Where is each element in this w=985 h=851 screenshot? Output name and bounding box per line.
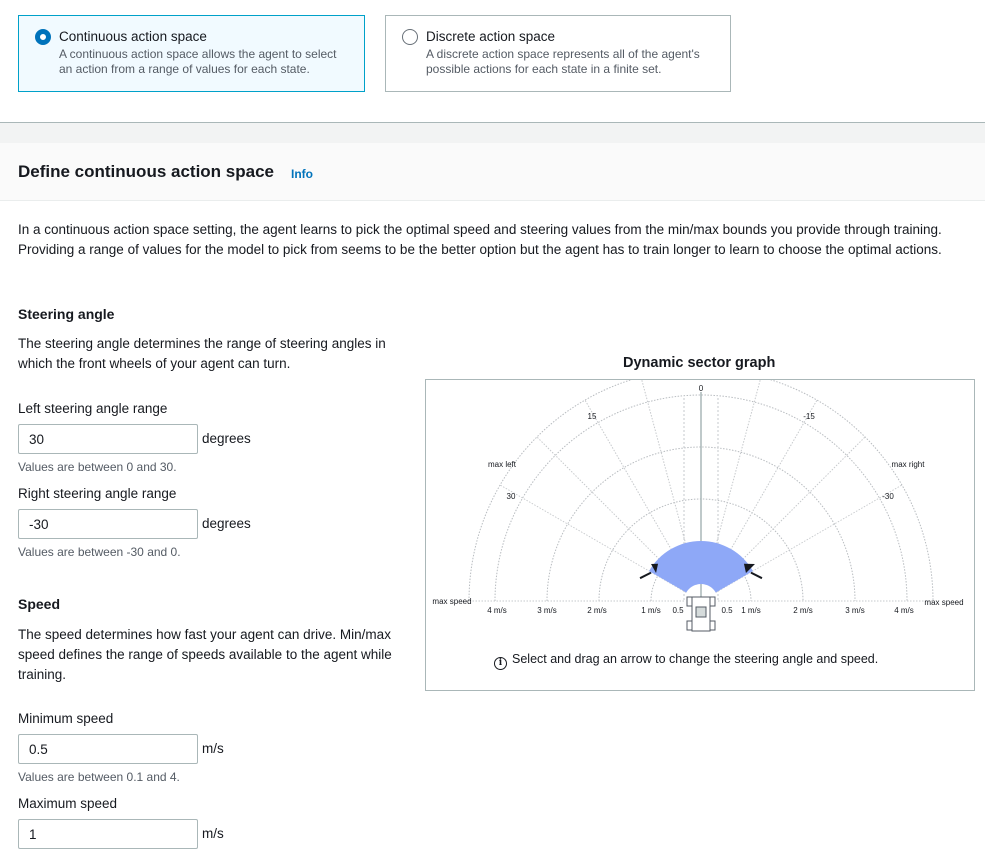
speed-label-right-3: 3 m/s <box>845 606 865 615</box>
continuous-description-line1: A continuous action space allows the age… <box>59 47 337 61</box>
min-speed-hint: Values are between 0.1 and 4. <box>18 770 180 784</box>
max-speed-label-right: max speed <box>924 598 963 607</box>
speed-label-left-1: 1 m/s <box>641 606 661 615</box>
left-steering-input[interactable] <box>18 424 198 454</box>
max-speed-label-left: max speed <box>432 597 471 606</box>
speed-label-right-2: 2 m/s <box>793 606 813 615</box>
speed-label-right-4: 4 m/s <box>894 606 914 615</box>
info-icon: i <box>494 657 507 670</box>
discrete-description-line1: A discrete action space represents all o… <box>426 47 700 61</box>
speed-label-right-05: 0.5 <box>721 606 733 615</box>
angle-label-neg30: -30 <box>882 492 894 501</box>
max-speed-input[interactable] <box>18 819 198 849</box>
discrete-action-space-option[interactable]: Discrete action space A discrete action … <box>385 15 731 92</box>
discrete-title: Discrete action space <box>426 29 556 44</box>
section-title: Define continuous action space <box>18 162 274 181</box>
steering-heading: Steering angle <box>18 306 115 322</box>
info-link[interactable]: Info <box>291 167 313 181</box>
dynamic-sector-graph: 0 15 -15 30 -30 max left max right max s… <box>425 379 975 691</box>
discrete-description: A discrete action space represents all o… <box>426 47 700 77</box>
speed-description: The speed determines how fast your agent… <box>18 627 392 682</box>
discrete-radio[interactable] <box>402 29 418 45</box>
left-steering-label: Left steering angle range <box>18 401 168 416</box>
speed-heading: Speed <box>18 596 61 612</box>
right-steering-unit: degrees <box>202 516 251 531</box>
speed-label-left-05: 0.5 <box>672 606 684 615</box>
max-speed-unit: m/s <box>202 826 224 841</box>
graph-note-text: Select and drag an arrow to change the s… <box>512 652 879 666</box>
angle-label-0: 0 <box>699 384 704 393</box>
angle-label-15: 15 <box>588 412 597 421</box>
left-steering-unit: degrees <box>202 431 251 446</box>
angle-label-neg15: -15 <box>803 412 815 421</box>
speed-label-left-4: 4 m/s <box>487 606 507 615</box>
continuous-description-line2: an action from a range of values for eac… <box>59 62 310 76</box>
right-steering-input[interactable] <box>18 509 198 539</box>
min-speed-label: Minimum speed <box>18 711 114 726</box>
continuous-action-space-option[interactable]: Continuous action space A continuous act… <box>18 15 365 92</box>
steering-description: The steering angle determines the range … <box>18 336 386 371</box>
car-icon <box>686 596 716 632</box>
continuous-radio[interactable] <box>35 29 51 45</box>
max-left-label: max left <box>488 460 517 469</box>
min-speed-input[interactable] <box>18 734 198 764</box>
speed-label-left-2: 2 m/s <box>587 606 607 615</box>
speed-label-right-1: 1 m/s <box>741 606 761 615</box>
right-steering-label: Right steering angle range <box>18 486 177 501</box>
continuous-title: Continuous action space <box>59 29 207 44</box>
graph-title: Dynamic sector graph <box>623 355 776 371</box>
section-band <box>0 123 985 143</box>
angle-label-30: 30 <box>507 492 516 501</box>
speed-label-left-3: 3 m/s <box>537 606 557 615</box>
min-speed-unit: m/s <box>202 741 224 756</box>
sector-graph-svg: 0 15 -15 30 -30 max left max right max s… <box>432 380 964 632</box>
max-speed-label: Maximum speed <box>18 796 118 811</box>
continuous-description: A continuous action space allows the age… <box>59 47 337 77</box>
right-steering-hint: Values are between -30 and 0. <box>18 545 181 559</box>
intro-text: In a continuous action space setting, th… <box>18 222 942 257</box>
left-steering-hint: Values are between 0 and 30. <box>18 460 177 474</box>
max-right-label: max right <box>892 460 926 469</box>
discrete-description-line2: possible actions for each state in a fin… <box>426 62 662 76</box>
graph-note: i Select and drag an arrow to change the … <box>494 652 878 670</box>
